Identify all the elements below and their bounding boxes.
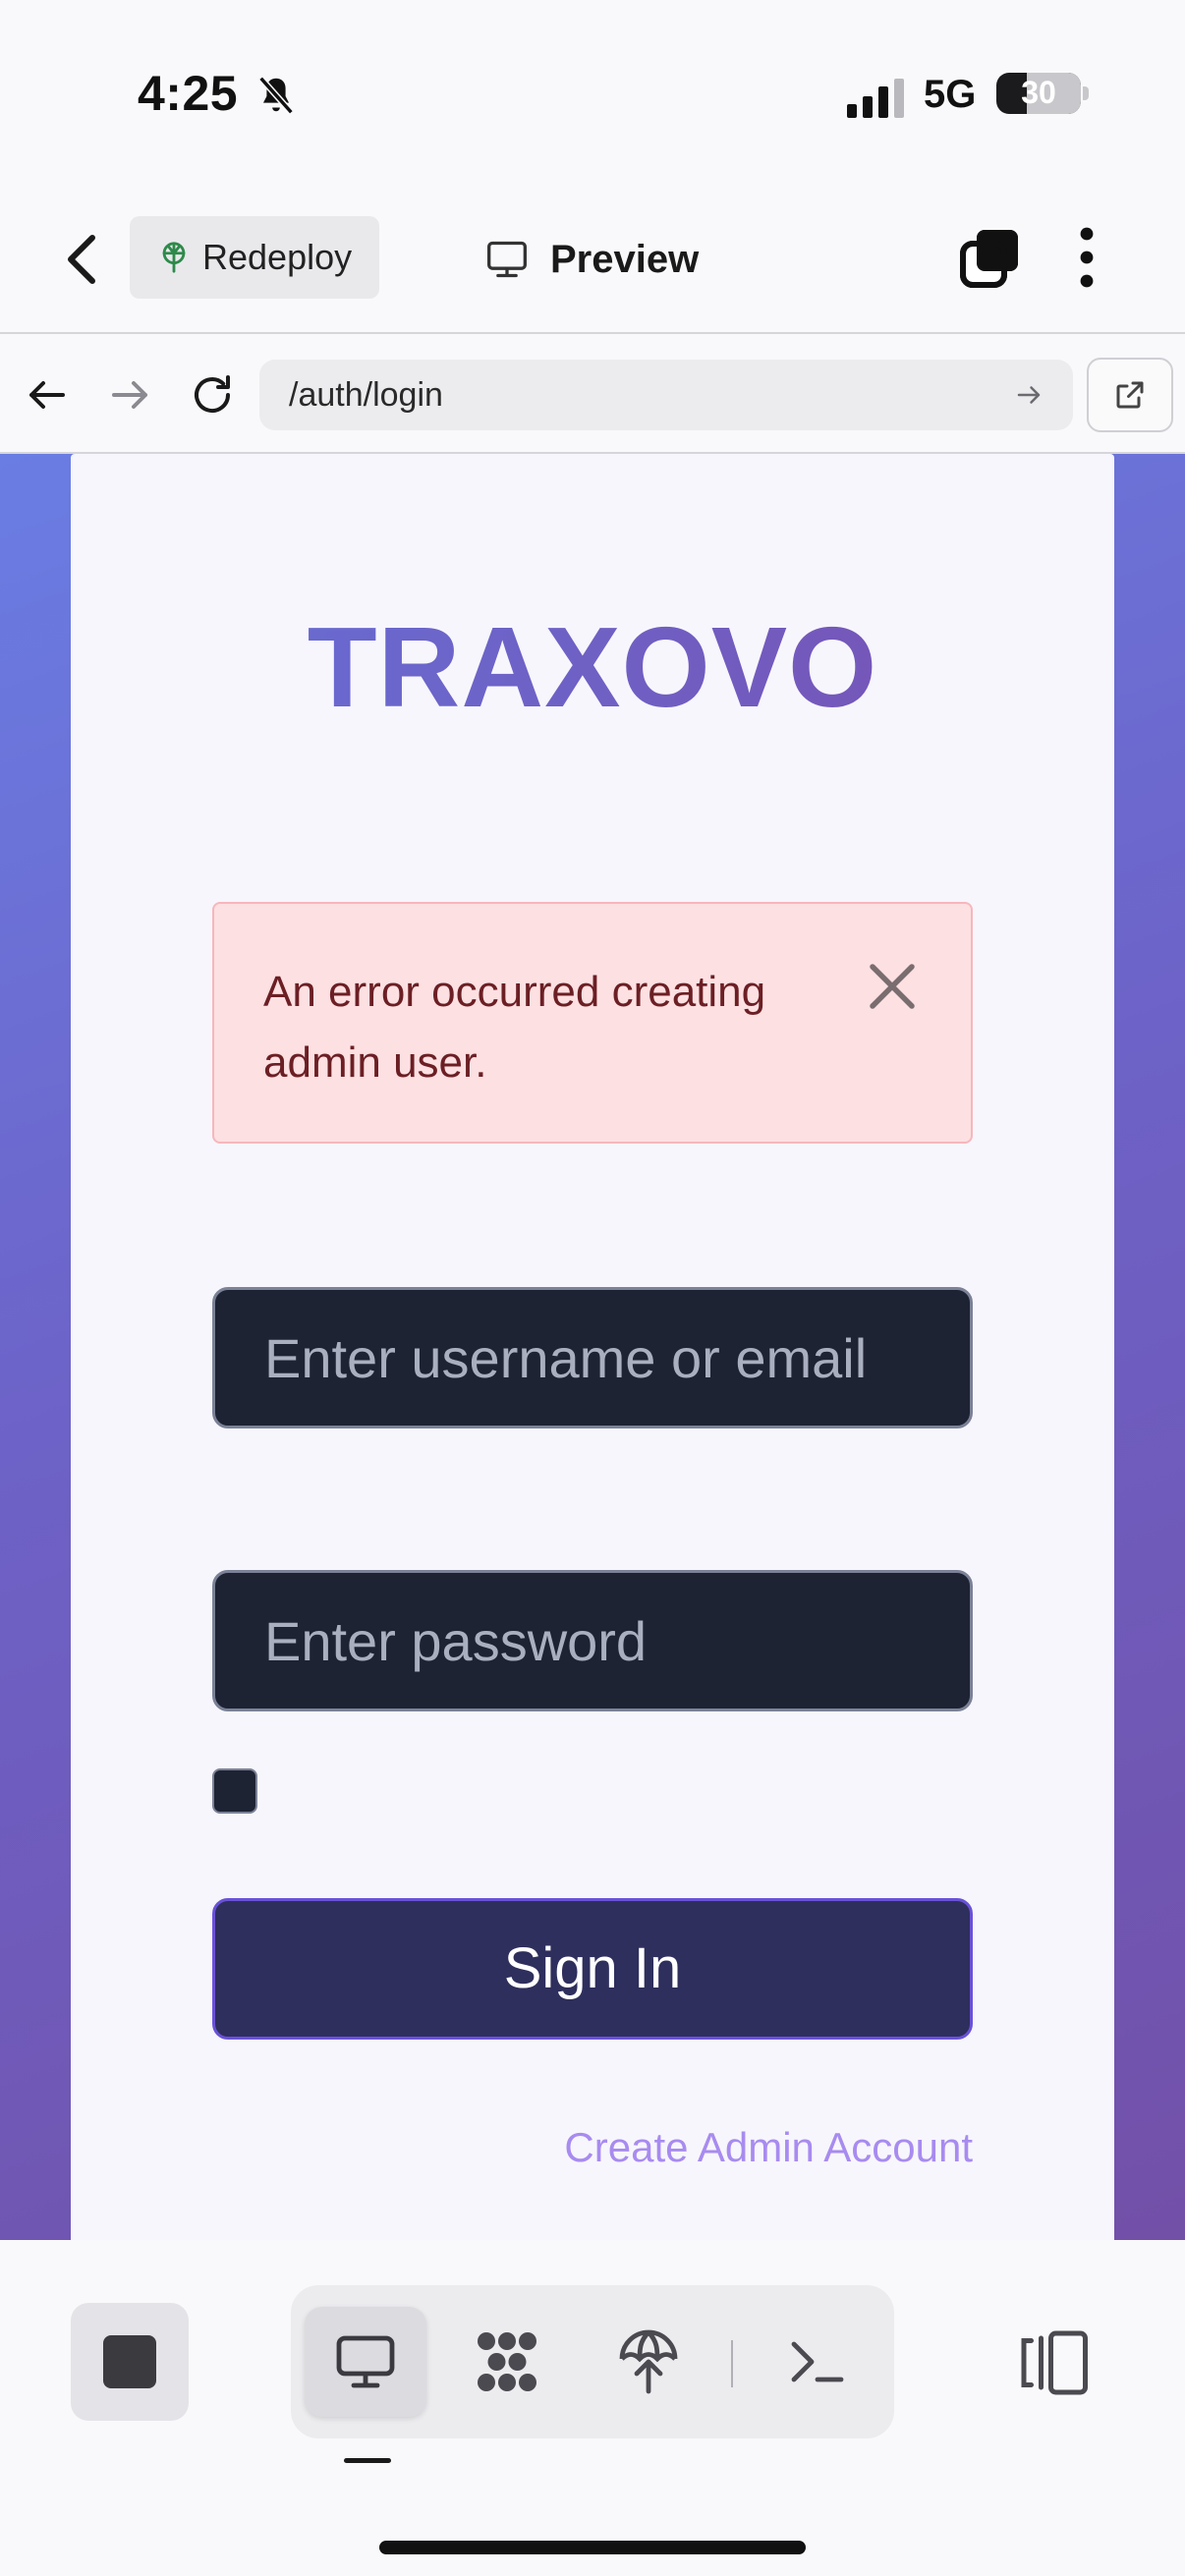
redeploy-label: Redeploy [202,237,353,277]
terminal-icon [791,2341,844,2382]
preview-tab[interactable]: Preview [485,230,699,289]
bell-muted-icon [258,76,294,115]
open-external-button[interactable] [1087,358,1173,432]
deploy-tree-icon [162,242,186,273]
password-input[interactable] [212,1570,973,1711]
stop-button[interactable] [71,2303,189,2421]
stop-icon [103,2335,156,2388]
go-arrow-icon[interactable] [1014,380,1044,410]
brand-logo: TRAXOVO [71,601,1114,733]
browser-forward-icon[interactable] [106,371,153,419]
status-bar: 4:25 5G 30 [0,0,1185,187]
monitor-icon [336,2335,395,2388]
create-admin-link[interactable]: Create Admin Account [212,2124,973,2171]
login-card: TRAXOVO An error occurred creating admin… [71,454,1114,2240]
monitor-icon [487,241,527,278]
preview-label: Preview [550,237,700,281]
nodes-icon [478,2332,536,2391]
tab-preview[interactable] [305,2307,426,2417]
username-input[interactable] [212,1287,973,1428]
external-link-icon [1116,381,1144,409]
redeploy-button[interactable]: Redeploy [130,216,379,299]
sign-in-button[interactable]: Sign In [212,1898,973,2040]
active-tab-indicator [344,2458,391,2463]
home-indicator [379,2541,806,2554]
more-options-icon[interactable] [1075,226,1099,289]
network-type: 5G [924,73,977,116]
tab-workflows[interactable] [446,2307,568,2417]
url-field[interactable]: /auth/login [259,360,1073,430]
tab-shell[interactable] [757,2307,878,2417]
close-icon[interactable] [863,957,922,1016]
tabs-switcher-icon[interactable] [959,226,1022,289]
battery-level: 30 [1021,75,1056,110]
deploy-icon [619,2329,678,2394]
error-message: An error occurred creating admin user. [263,968,766,1087]
battery-icon: 30 [996,73,1081,114]
app-toolbar: Redeploy Preview [0,187,1185,334]
signal-icon [847,79,904,118]
status-time: 4:25 [138,66,239,121]
remember-me-checkbox[interactable] [212,1768,257,1814]
browser-back-icon[interactable] [24,371,71,419]
bottom-dock [0,2240,1185,2576]
reload-icon[interactable] [189,371,236,419]
back-chevron-icon[interactable] [59,230,106,289]
tab-deploy[interactable] [588,2307,709,2417]
url-text: /auth/login [289,375,443,414]
error-alert: An error occurred creating admin user. [212,902,973,1144]
side-panel-icon[interactable] [1016,2328,1091,2397]
web-view: TRAXOVO An error occurred creating admin… [0,454,1185,2240]
browser-bar: /auth/login [0,334,1185,454]
battery-nub [1083,86,1089,100]
switcher-divider [731,2340,733,2387]
view-switcher [291,2285,894,2438]
